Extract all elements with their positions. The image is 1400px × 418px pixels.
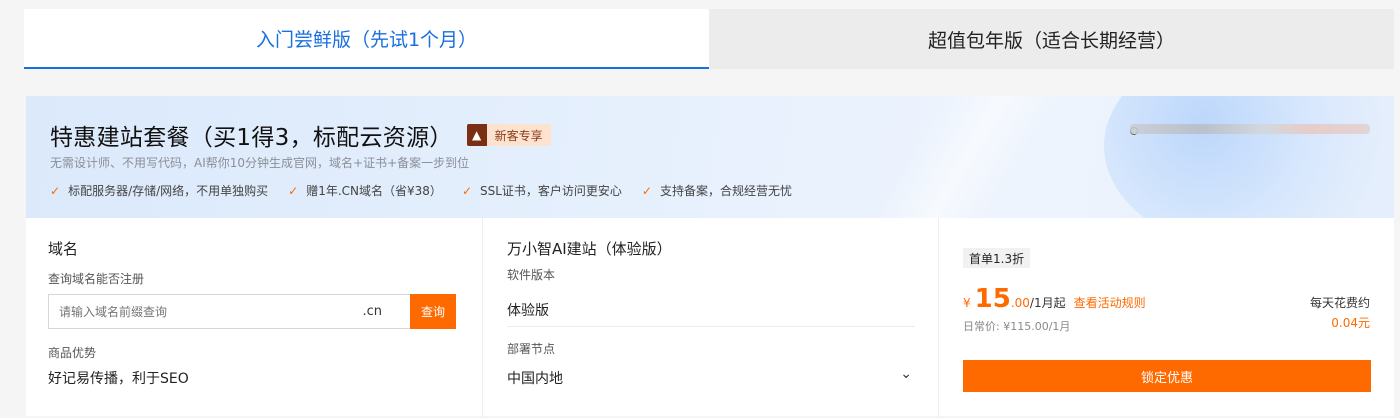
check-icon: ✓	[641, 183, 652, 198]
blurred-content	[1130, 124, 1370, 134]
check-icon: ✓	[288, 183, 299, 198]
domain-query-label: 查询域名能否注册	[48, 272, 145, 286]
feature-text: 赠1年.CN域名（省¥38）	[306, 184, 442, 198]
per-day-value: 0.04元	[1331, 316, 1370, 330]
advantage-label: 商品优势	[48, 346, 97, 360]
domain-search-input[interactable]	[59, 304, 339, 319]
package-title: 特惠建站套餐（买1得3，标配云资源）	[50, 125, 453, 151]
feature-list: ✓ 标配服务器/存储/网络，不用单独购买 ✓ 赠1年.CN域名（省¥38） ✓ …	[50, 182, 812, 199]
activity-rules-link[interactable]: 查看活动规则	[1074, 294, 1146, 311]
price-integer: 15	[974, 284, 1011, 314]
discount-tag: 首单1.3折	[963, 248, 1031, 268]
feature-item: ✓ 支持备案，合规经营无忧	[642, 182, 792, 199]
feature-text: SSL证书，客户访问更安心	[480, 184, 622, 198]
price-unit: /1月起	[1029, 296, 1066, 310]
price-decimal: .00	[1010, 296, 1030, 310]
banner-title-row: 特惠建站套餐（买1得3，标配云资源） ▲ 新客专享	[50, 118, 551, 152]
version-value[interactable]: 体验版	[507, 300, 549, 320]
badge-label: 新客专享	[494, 128, 543, 143]
plan-tabs: 入门尝鲜版（先试1个月） 超值包年版（适合长期经营）	[24, 9, 1394, 69]
tab-annual[interactable]: 超值包年版（适合长期经营）	[709, 9, 1394, 69]
divider	[507, 326, 915, 327]
node-label: 部署节点	[507, 342, 556, 356]
per-day-label: 每天花费约	[1309, 296, 1370, 310]
domain-suffix: .cn	[362, 304, 382, 319]
price-row: ¥ 15 .00 /1月起 查看活动规则	[963, 284, 1146, 314]
version-label: 软件版本	[507, 268, 556, 282]
package-card: 特惠建站套餐（买1得3，标配云资源） ▲ 新客专享 无需设计师、不用写代码，AI…	[26, 96, 1394, 418]
product-section-title: 万小智AI建站（体验版）	[507, 240, 672, 258]
feature-text: 标配服务器/存储/网络，不用单独购买	[68, 184, 269, 198]
feature-item: ✓ 赠1年.CN域名（省¥38）	[288, 182, 442, 199]
check-icon: ✓	[461, 183, 472, 198]
product-section: 万小智AI建站（体验版） 软件版本 体验版 部署节点 中国内地 ⌄	[482, 218, 938, 418]
advantage-value: 好记易传播，利于SEO	[48, 371, 189, 387]
regular-price: 日常价: ¥115.00/1月	[963, 320, 1071, 333]
currency-symbol: ¥	[963, 296, 971, 310]
package-banner: 特惠建站套餐（买1得3，标配云资源） ▲ 新客专享 无需设计师、不用写代码，AI…	[26, 96, 1394, 218]
lock-discount-button[interactable]: 锁定优惠	[963, 360, 1371, 392]
domain-query-button[interactable]: 查询	[410, 294, 456, 329]
new-customer-badge: ▲ 新客专享	[466, 124, 551, 146]
node-select[interactable]: 中国内地	[507, 368, 563, 388]
pricing-section: 首单1.3折 ¥ 15 .00 /1月起 查看活动规则 日常价: ¥115.00…	[938, 218, 1394, 418]
feature-item: ✓ 标配服务器/存储/网络，不用单独购买	[50, 182, 268, 199]
flame-icon: ▲	[466, 124, 487, 146]
package-subtitle: 无需设计师、不用写代码，AI帮你10分钟生成官网，域名+证书+备案一步到位	[50, 156, 470, 170]
domain-input-wrapper: .cn	[48, 294, 410, 329]
tab-trial[interactable]: 入门尝鲜版（先试1个月）	[24, 9, 709, 69]
feature-text: 支持备案，合规经营无忧	[659, 184, 792, 198]
domain-search-box: .cn 查询	[48, 294, 456, 329]
banner-light-streak	[726, 96, 1186, 218]
feature-item: ✓ SSL证书，客户访问更安心	[462, 182, 622, 199]
domain-section-title: 域名	[48, 240, 79, 258]
chevron-down-icon[interactable]: ⌄	[900, 366, 912, 382]
check-icon: ✓	[50, 183, 61, 198]
